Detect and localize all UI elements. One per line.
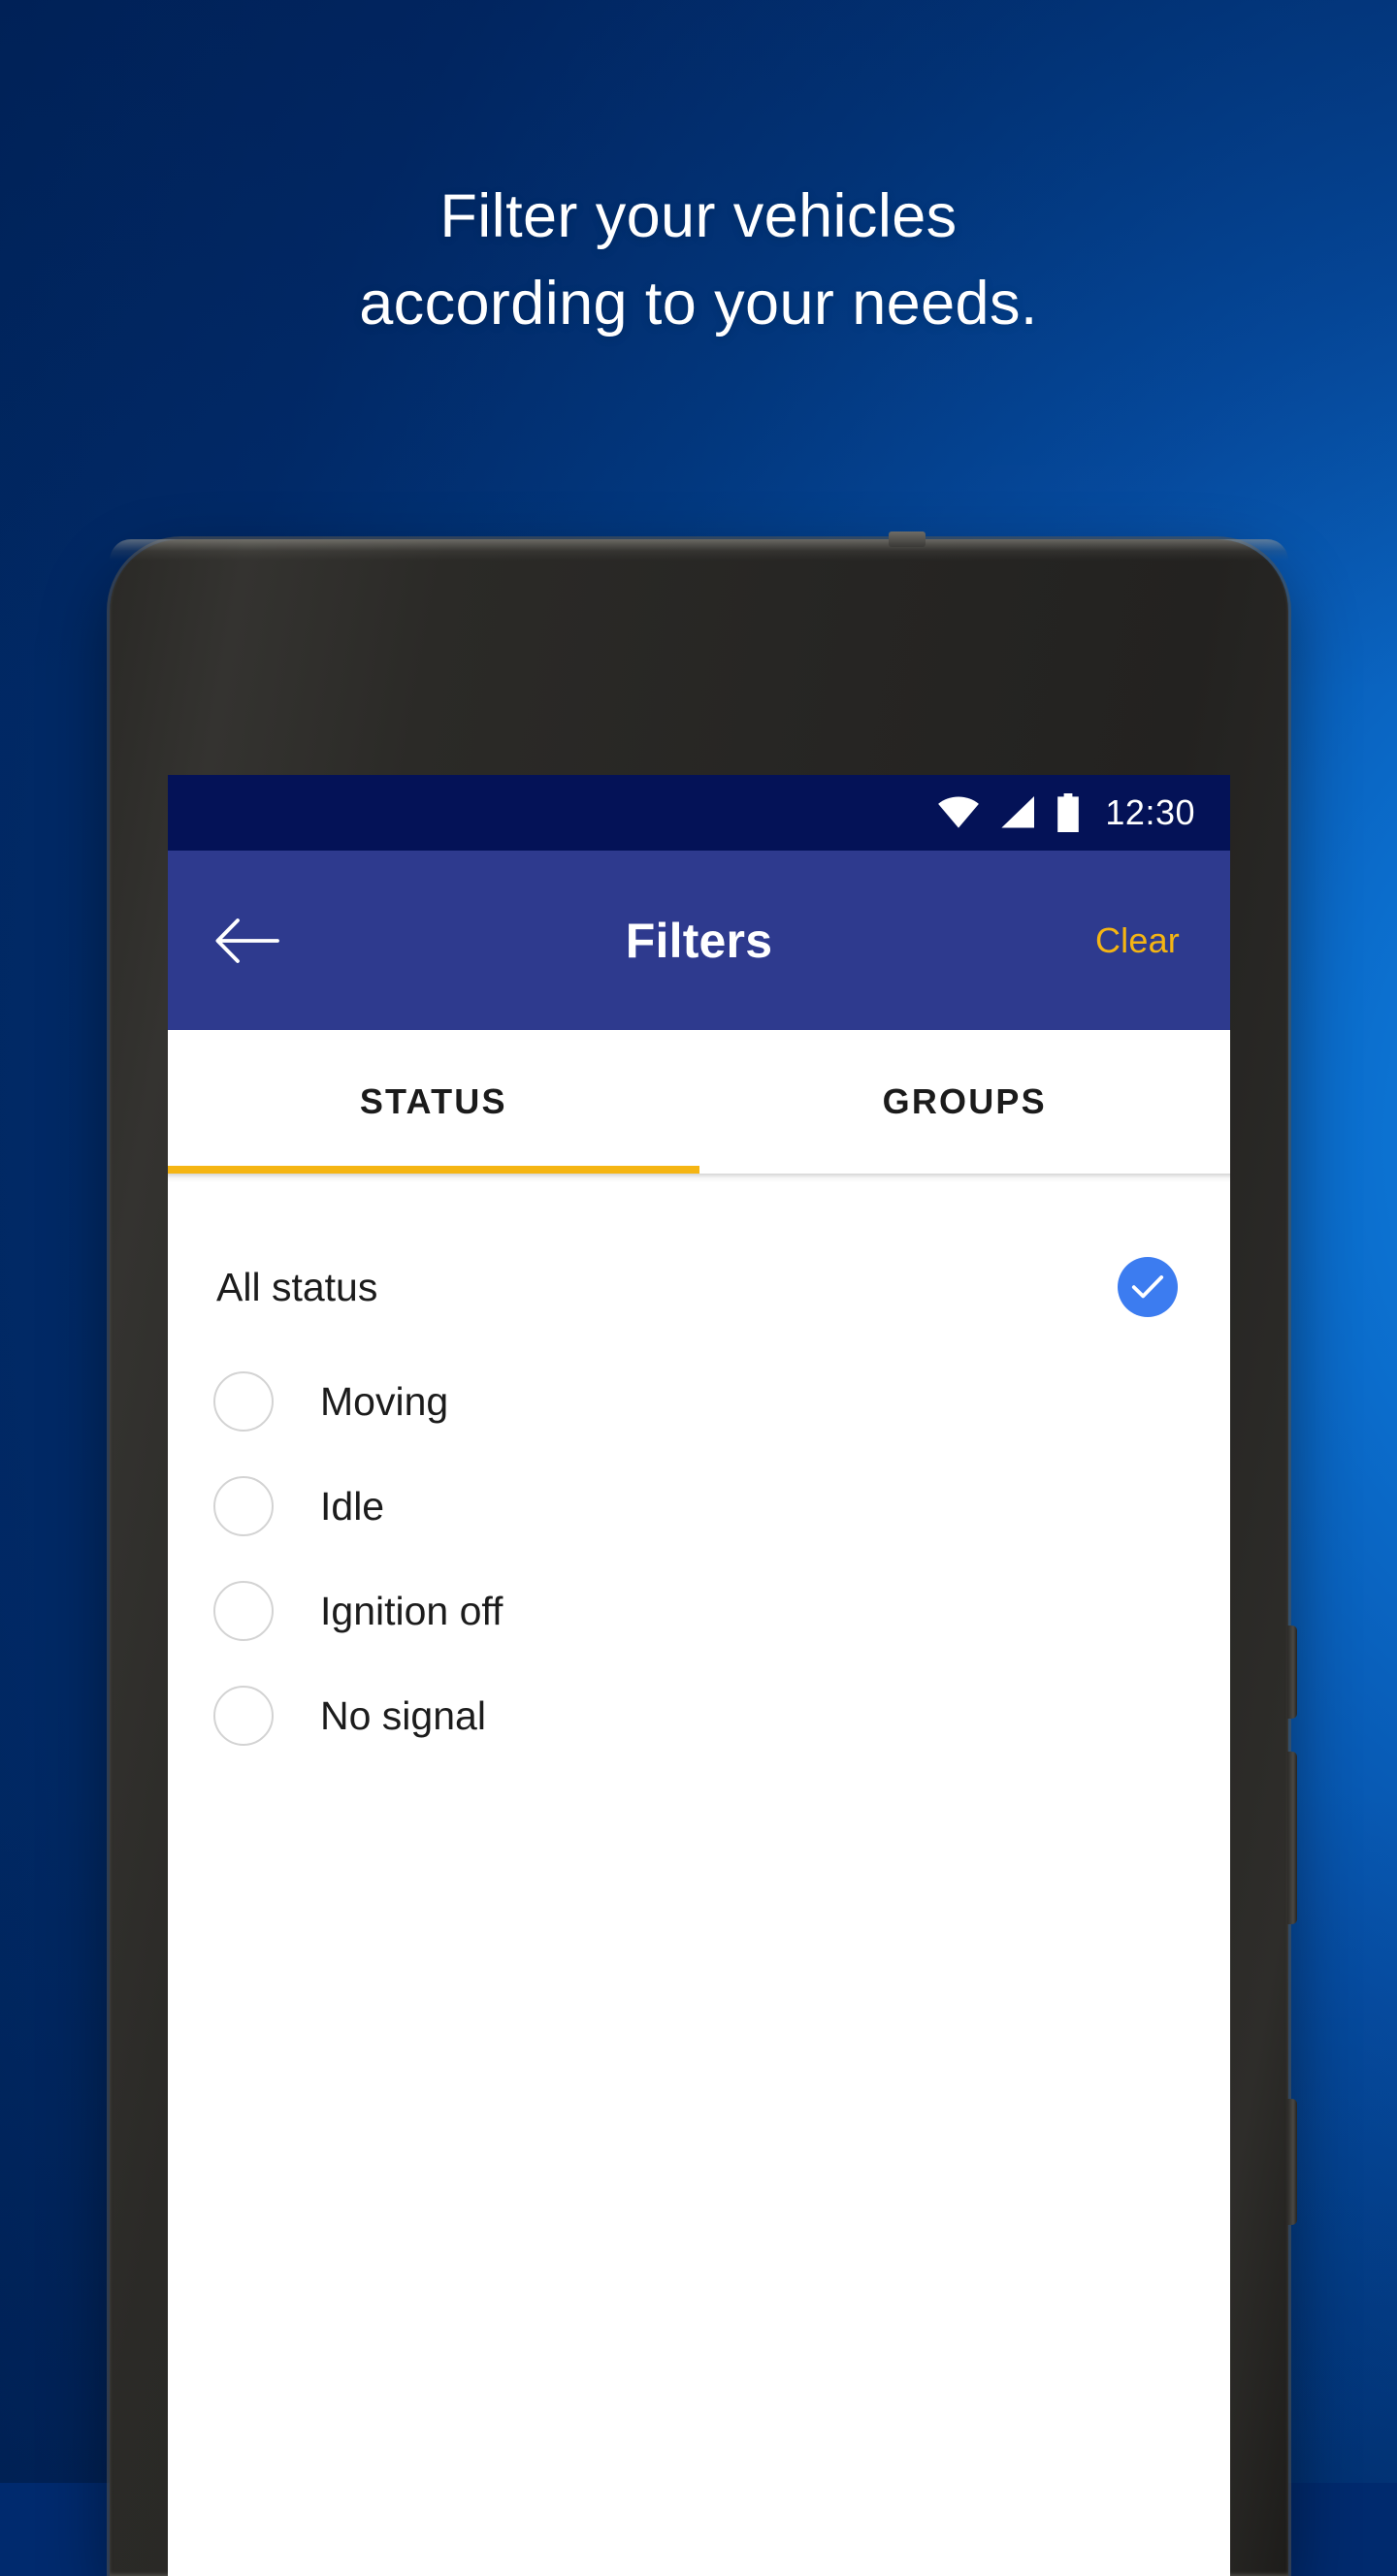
side-button-lower[interactable] [1287,2099,1297,2225]
volume-button[interactable] [1287,1752,1297,1924]
list-item-label: Moving [320,1378,449,1424]
antenna-nub [889,531,926,547]
list-item-moving[interactable]: Moving [168,1349,1230,1454]
list-item-idle[interactable]: Idle [168,1454,1230,1559]
arrow-left-icon[interactable] [211,905,283,977]
filter-list: All status Moving Idle Ignition off No s… [168,1182,1230,1768]
tab-active-indicator [168,1166,699,1174]
promo-headline-line2: according to your needs. [359,270,1038,338]
phone-screen: 12:30 Filters Clear STATUS GROUPS All st… [168,775,1230,2576]
list-item-label: Idle [320,1483,385,1529]
clear-button[interactable]: Clear [1095,920,1180,961]
tab-bar: STATUS GROUPS [168,1030,1230,1174]
wifi-icon [938,796,980,828]
phone-mockup: 12:30 Filters Clear STATUS GROUPS All st… [110,531,1297,2576]
promo-headline: Filter your vehicles according to your n… [0,173,1397,347]
phone-bezel-highlight [110,539,1288,561]
list-item-all-status[interactable]: All status [168,1225,1230,1349]
list-item-ignition-off[interactable]: Ignition off [168,1559,1230,1663]
list-item-no-signal[interactable]: No signal [168,1663,1230,1768]
status-bar: 12:30 [168,775,1230,851]
list-item-label: Ignition off [320,1588,504,1633]
battery-full-icon [1057,793,1080,832]
cell-signal-icon [1001,796,1035,828]
power-button[interactable] [1287,1626,1297,1719]
radio-unchecked-icon[interactable] [213,1371,274,1432]
list-item-label: No signal [320,1692,486,1738]
page-title: Filters [625,913,773,968]
tab-divider-shadow [168,1174,1230,1182]
tab-status[interactable]: STATUS [168,1030,699,1174]
radio-unchecked-icon[interactable] [213,1581,274,1641]
promo-headline-line1: Filter your vehicles [439,182,958,250]
check-icon[interactable] [1118,1257,1178,1317]
all-status-label: All status [216,1264,378,1309]
app-bar: Filters Clear [168,851,1230,1030]
status-bar-time: 12:30 [1105,792,1195,832]
radio-unchecked-icon[interactable] [213,1686,274,1746]
radio-unchecked-icon[interactable] [213,1476,274,1536]
tab-groups[interactable]: GROUPS [699,1030,1231,1174]
